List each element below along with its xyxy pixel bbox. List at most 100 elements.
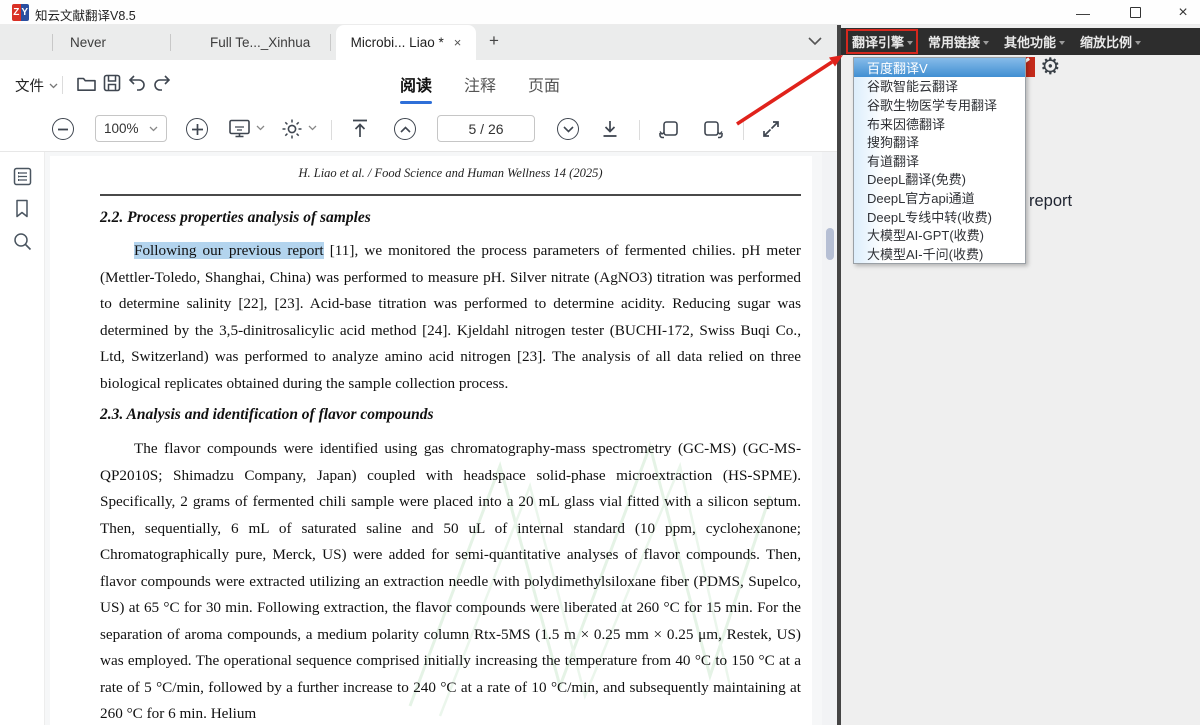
- left-sidebar: [0, 152, 45, 725]
- tab-separator: [170, 34, 171, 51]
- translation-panel: 翻译引擎 常用链接 其他功能 缩放比例 ⚙ report 百度翻译V 谷歌智能云…: [837, 25, 1200, 725]
- chevron-down-icon: [1135, 40, 1142, 45]
- toolbar-separator: [743, 120, 744, 140]
- search-icon: [14, 233, 32, 251]
- redo-button[interactable]: [152, 74, 172, 92]
- app-logo: Z Y: [12, 4, 29, 21]
- engine-option-ai-qianwen[interactable]: 大模型AI-千问(收费): [854, 244, 1025, 263]
- search-panel-button[interactable]: [12, 231, 33, 252]
- maximize-button[interactable]: [1118, 0, 1152, 25]
- engine-option-brainde[interactable]: 布来因德翻译: [854, 114, 1025, 133]
- toolbar-separator: [639, 120, 640, 140]
- view-mode-tabs: 阅读 注释 页面: [400, 72, 560, 104]
- engine-option-deepl-api[interactable]: DeepL官方api通道: [854, 188, 1025, 207]
- zoom-level-select[interactable]: 100%: [95, 115, 167, 142]
- download-icon: [603, 121, 617, 137]
- tab-microbi-liao[interactable]: Microbi... Liao * ×: [336, 25, 476, 60]
- menu-common-links[interactable]: 常用链接: [928, 32, 990, 51]
- tab-close-icon[interactable]: ×: [454, 35, 462, 50]
- annotation-red-box: [846, 29, 918, 54]
- open-file-button[interactable]: [76, 74, 97, 93]
- tab-read[interactable]: 阅读: [400, 72, 433, 104]
- file-menu[interactable]: 文件: [15, 75, 58, 96]
- rotate-right-button[interactable]: [702, 119, 724, 140]
- highlighted-selection[interactable]: Following our previous report: [134, 242, 324, 259]
- pdf-scrollbar[interactable]: [822, 152, 837, 725]
- new-tab-button[interactable]: +: [489, 31, 499, 51]
- translation-partial-text: report: [1029, 192, 1073, 210]
- translation-engine-dropdown: 百度翻译V 谷歌智能云翻译 谷歌生物医学专用翻译 布来因德翻译 搜狗翻译 有道翻…: [853, 57, 1026, 264]
- minimize-button[interactable]: —: [1066, 0, 1100, 25]
- chevron-down-icon: [1059, 40, 1066, 45]
- page-number-input[interactable]: 5 / 26: [437, 115, 535, 142]
- tab-annotate[interactable]: 注释: [464, 72, 496, 104]
- logo-letter-z: Z: [12, 4, 21, 21]
- zoom-in-button[interactable]: [186, 118, 208, 140]
- maximize-icon: [1129, 7, 1141, 18]
- rotate-left-button[interactable]: [658, 119, 680, 140]
- undo-icon: [128, 75, 145, 91]
- fullscreen-button[interactable]: [761, 119, 781, 139]
- brightness-button[interactable]: [281, 118, 303, 140]
- engine-option-sogou[interactable]: 搜狗翻译: [854, 132, 1025, 151]
- menu-toolbar: 文件 阅读 注释 页面: [0, 60, 837, 110]
- page-number-value: 5 / 26: [468, 120, 504, 137]
- pdf-toolbar: 100% 5 / 26: [0, 110, 837, 152]
- view-mode-chevron[interactable]: [256, 125, 265, 131]
- tab-list-chevron-icon[interactable]: [808, 37, 822, 46]
- rotate-right-icon: [704, 121, 723, 139]
- redo-icon: [154, 75, 171, 91]
- minus-icon: [58, 128, 68, 130]
- engine-option-google-cloud[interactable]: 谷歌智能云翻译: [854, 77, 1025, 96]
- engine-option-baidu[interactable]: 百度翻译V: [854, 58, 1025, 77]
- zoom-level-value: 100%: [104, 121, 139, 136]
- section-heading-2-3: 2.3. Analysis and identification of flav…: [100, 406, 434, 423]
- bookmark-icon: [16, 199, 28, 218]
- pdf-viewport: H. Liao et al. / Food Science and Human …: [45, 152, 837, 725]
- engine-option-deepl-relay[interactable]: DeepL专线中转(收费): [854, 207, 1025, 226]
- bookmark-panel-button[interactable]: [12, 198, 32, 219]
- chevron-down-icon: [308, 125, 317, 131]
- brightness-chevron[interactable]: [308, 125, 317, 131]
- app-window: Z Y 知云文献翻译V8.5 — × Never Full Te..._Xinh…: [0, 0, 1200, 725]
- save-icon: [103, 74, 121, 92]
- app-title: 知云文献翻译V8.5: [35, 9, 136, 23]
- zoom-out-button[interactable]: [52, 118, 74, 140]
- menu-zoom-ratio[interactable]: 缩放比例: [1080, 32, 1142, 51]
- engine-option-deepl-free[interactable]: DeepL翻译(免费): [854, 170, 1025, 189]
- previous-page-button[interactable]: [394, 118, 416, 140]
- tab-label: Microbi... Liao *: [350, 35, 444, 50]
- gear-icon[interactable]: ⚙: [1040, 53, 1061, 80]
- expand-icon: [763, 121, 779, 137]
- menu-other-functions[interactable]: 其他功能: [1004, 32, 1066, 51]
- engine-option-youdao[interactable]: 有道翻译: [854, 151, 1025, 170]
- toolbar-separator: [62, 76, 63, 94]
- tab-never[interactable]: Never: [70, 25, 106, 60]
- plus-icon: [191, 123, 203, 135]
- tab-separator: [330, 34, 331, 51]
- tab-page[interactable]: 页面: [528, 72, 560, 104]
- save-button[interactable]: [102, 73, 122, 93]
- paper-running-header: H. Liao et al. / Food Science and Human …: [298, 166, 603, 180]
- presentation-icon: [229, 119, 250, 138]
- thumbnail-panel-button[interactable]: [12, 166, 33, 187]
- menu-label: 常用链接: [928, 35, 981, 50]
- folder-open-icon: [77, 77, 96, 91]
- tab-bar: Never Full Te..._Xinhua Microbi... Liao …: [0, 25, 837, 60]
- download-button[interactable]: [600, 119, 620, 139]
- chevron-down-icon: [562, 125, 574, 133]
- chevron-down-icon: [256, 125, 265, 131]
- scroll-to-top-button[interactable]: [350, 118, 370, 139]
- undo-button[interactable]: [127, 74, 147, 92]
- page-view-mode-button[interactable]: [228, 118, 251, 139]
- pdf-scrollbar-thumb[interactable]: [826, 228, 834, 260]
- close-button[interactable]: ×: [1166, 0, 1200, 25]
- menu-label: 其他功能: [1004, 35, 1057, 50]
- engine-option-ai-gpt[interactable]: 大模型AI-GPT(收费): [854, 225, 1025, 244]
- engine-option-google-biomedical[interactable]: 谷歌生物医学专用翻译: [854, 95, 1025, 114]
- toolbar-separator: [331, 120, 332, 140]
- next-page-button[interactable]: [557, 118, 579, 140]
- menu-label: 缩放比例: [1080, 35, 1133, 50]
- tab-full-text-xinhua[interactable]: Full Te..._Xinhua: [210, 25, 310, 60]
- paragraph-text: [11], we monitored the process parameter…: [100, 242, 801, 392]
